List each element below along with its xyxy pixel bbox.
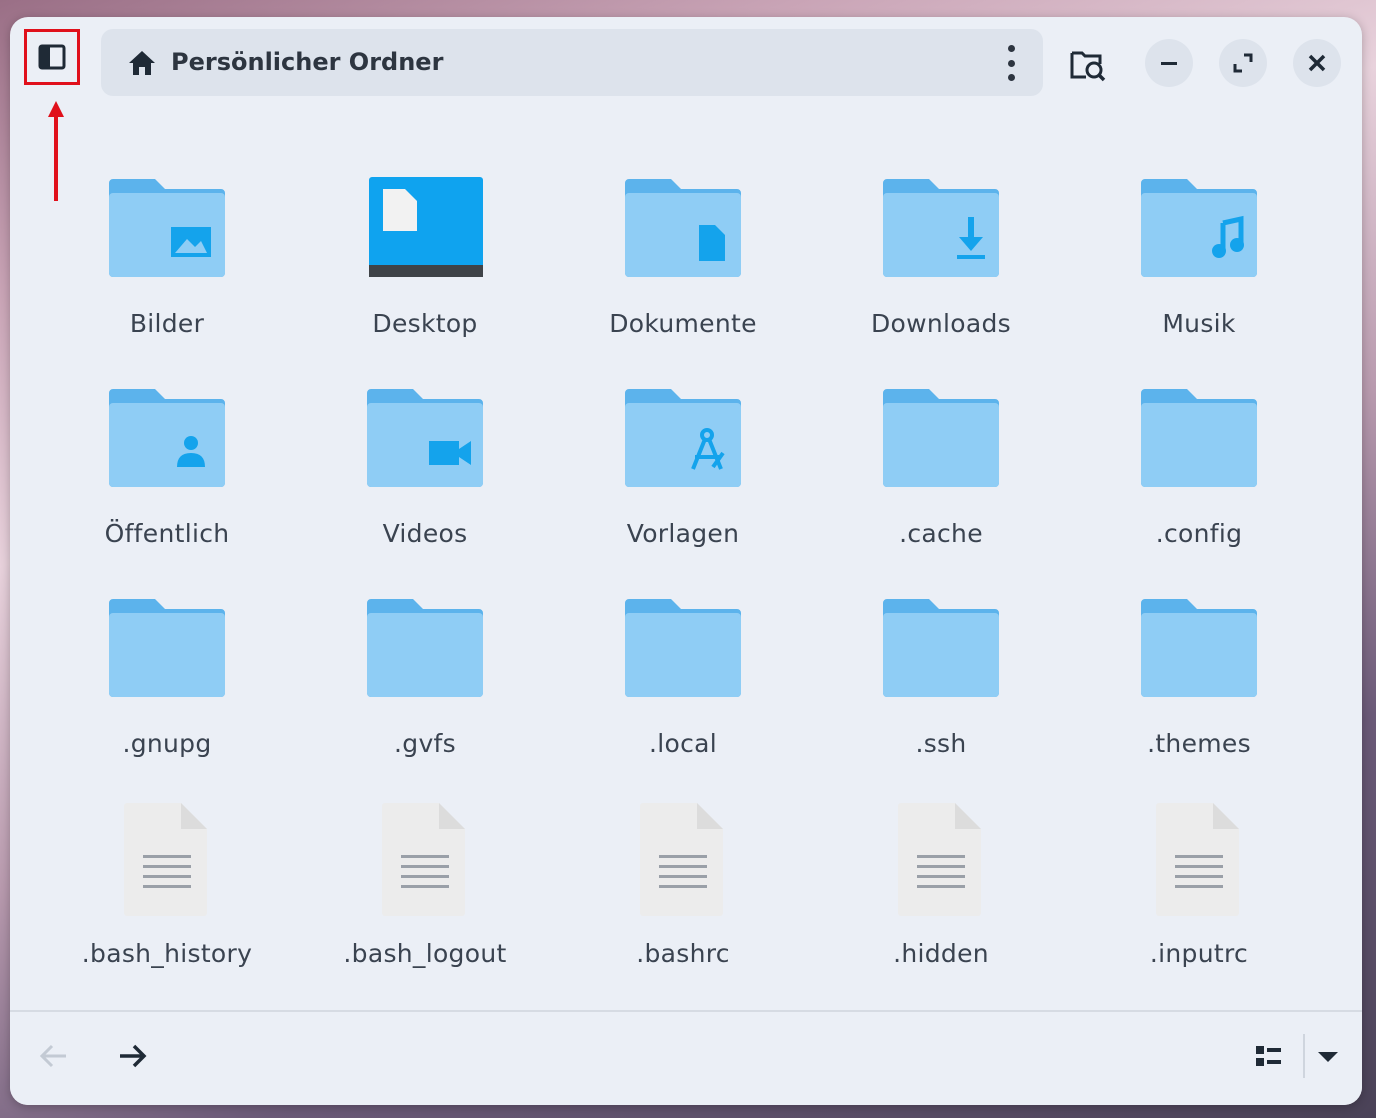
- folder-icon: [1137, 379, 1261, 503]
- close-button[interactable]: [1293, 39, 1341, 87]
- folder-icon: [621, 379, 745, 503]
- text-file-icon: [105, 799, 229, 923]
- forward-button[interactable]: [116, 1042, 148, 1074]
- path-menu-button[interactable]: [1001, 45, 1021, 81]
- folder-icon: [105, 379, 229, 503]
- item-label: .config: [1155, 519, 1243, 548]
- sidebar-toggle-icon: [38, 44, 66, 70]
- sidebar-toggle-button[interactable]: [24, 29, 80, 85]
- folder-item[interactable]: Downloads: [812, 157, 1070, 367]
- folder-item[interactable]: .gvfs: [296, 577, 554, 787]
- toolbar-separator: [1303, 1034, 1305, 1078]
- folder-item[interactable]: .local: [554, 577, 812, 787]
- folder-icon: [621, 169, 745, 293]
- current-folder-label: Persönlicher Ordner: [171, 48, 444, 76]
- file-item[interactable]: .bash_history: [38, 787, 296, 997]
- folder-item[interactable]: Dokumente: [554, 157, 812, 367]
- folder-item[interactable]: Vorlagen: [554, 367, 812, 577]
- folder-icon: [879, 589, 1003, 713]
- item-label: .gvfs: [394, 729, 456, 758]
- vertical-dots-icon: [1007, 45, 1015, 52]
- list-view-icon: [1256, 1046, 1281, 1066]
- item-label: .hidden: [893, 939, 989, 968]
- folder-icon: [105, 589, 229, 713]
- back-button[interactable]: [38, 1042, 70, 1074]
- arrow-right-icon: [120, 1044, 147, 1068]
- desktop-folder-icon: [363, 169, 487, 293]
- file-grid: Bilder Desktop Dokumente Downloads Musik Öffe…: [38, 157, 1328, 997]
- item-label: Desktop: [372, 309, 478, 338]
- folder-icon: [879, 169, 1003, 293]
- item-label: Öffentlich: [104, 519, 230, 548]
- file-item[interactable]: .bash_logout: [296, 787, 554, 997]
- folder-item[interactable]: Bilder: [38, 157, 296, 367]
- item-label: Downloads: [871, 309, 1011, 338]
- item-label: .ssh: [915, 729, 967, 758]
- item-label: Vorlagen: [626, 519, 740, 548]
- maximize-icon: [1233, 53, 1253, 73]
- item-label: Bilder: [129, 309, 205, 338]
- text-file-icon: [1137, 799, 1261, 923]
- location-bar[interactable]: Persönlicher Ordner: [101, 29, 1043, 96]
- text-file-icon: [363, 799, 487, 923]
- file-item[interactable]: .hidden: [812, 787, 1070, 997]
- arrow-left-icon: [39, 1044, 66, 1068]
- folder-icon: [105, 169, 229, 293]
- folder-item[interactable]: Desktop: [296, 157, 554, 367]
- item-label: .bashrc: [636, 939, 730, 968]
- folder-icon: [363, 589, 487, 713]
- folder-item[interactable]: Videos: [296, 367, 554, 577]
- item-label: .inputrc: [1149, 939, 1249, 968]
- folder-icon: [363, 379, 487, 503]
- text-file-icon: [879, 799, 1003, 923]
- folder-item[interactable]: .gnupg: [38, 577, 296, 787]
- folder-icon: [879, 379, 1003, 503]
- item-label: .themes: [1147, 729, 1251, 758]
- item-label: .gnupg: [122, 729, 212, 758]
- item-label: .bash_logout: [343, 939, 507, 968]
- folder-item[interactable]: Musik: [1070, 157, 1328, 367]
- file-item[interactable]: .inputrc: [1070, 787, 1328, 997]
- item-label: Videos: [382, 519, 468, 548]
- bottom-toolbar: [10, 1010, 1362, 1105]
- folder-item[interactable]: .config: [1070, 367, 1328, 577]
- item-label: .bash_history: [81, 939, 253, 968]
- item-label: .cache: [899, 519, 983, 548]
- file-manager-window: Persönlicher Ordner Bilder Desktop Dokumen…: [10, 17, 1362, 1105]
- folder-item[interactable]: .cache: [812, 367, 1070, 577]
- maximize-button[interactable]: [1219, 39, 1267, 87]
- folder-item[interactable]: .themes: [1070, 577, 1328, 787]
- minimize-icon: [1161, 62, 1177, 65]
- item-label: .local: [649, 729, 717, 758]
- folder-item[interactable]: Öffentlich: [38, 367, 296, 577]
- search-folder-icon: [1070, 51, 1106, 82]
- minimize-button[interactable]: [1145, 39, 1193, 87]
- item-label: Dokumente: [609, 309, 757, 338]
- view-options-dropdown[interactable]: [1316, 1048, 1340, 1068]
- folder-icon: [621, 589, 745, 713]
- folder-item[interactable]: .ssh: [812, 577, 1070, 787]
- folder-icon: [1137, 589, 1261, 713]
- item-label: Musik: [1162, 309, 1236, 338]
- file-item[interactable]: .bashrc: [554, 787, 812, 997]
- search-button[interactable]: [1068, 45, 1108, 85]
- view-mode-button[interactable]: [1254, 1043, 1284, 1073]
- close-icon: [1308, 54, 1326, 72]
- text-file-icon: [621, 799, 745, 923]
- chevron-down-icon: [1318, 1052, 1338, 1062]
- folder-icon: [1137, 169, 1261, 293]
- home-icon: [129, 51, 155, 75]
